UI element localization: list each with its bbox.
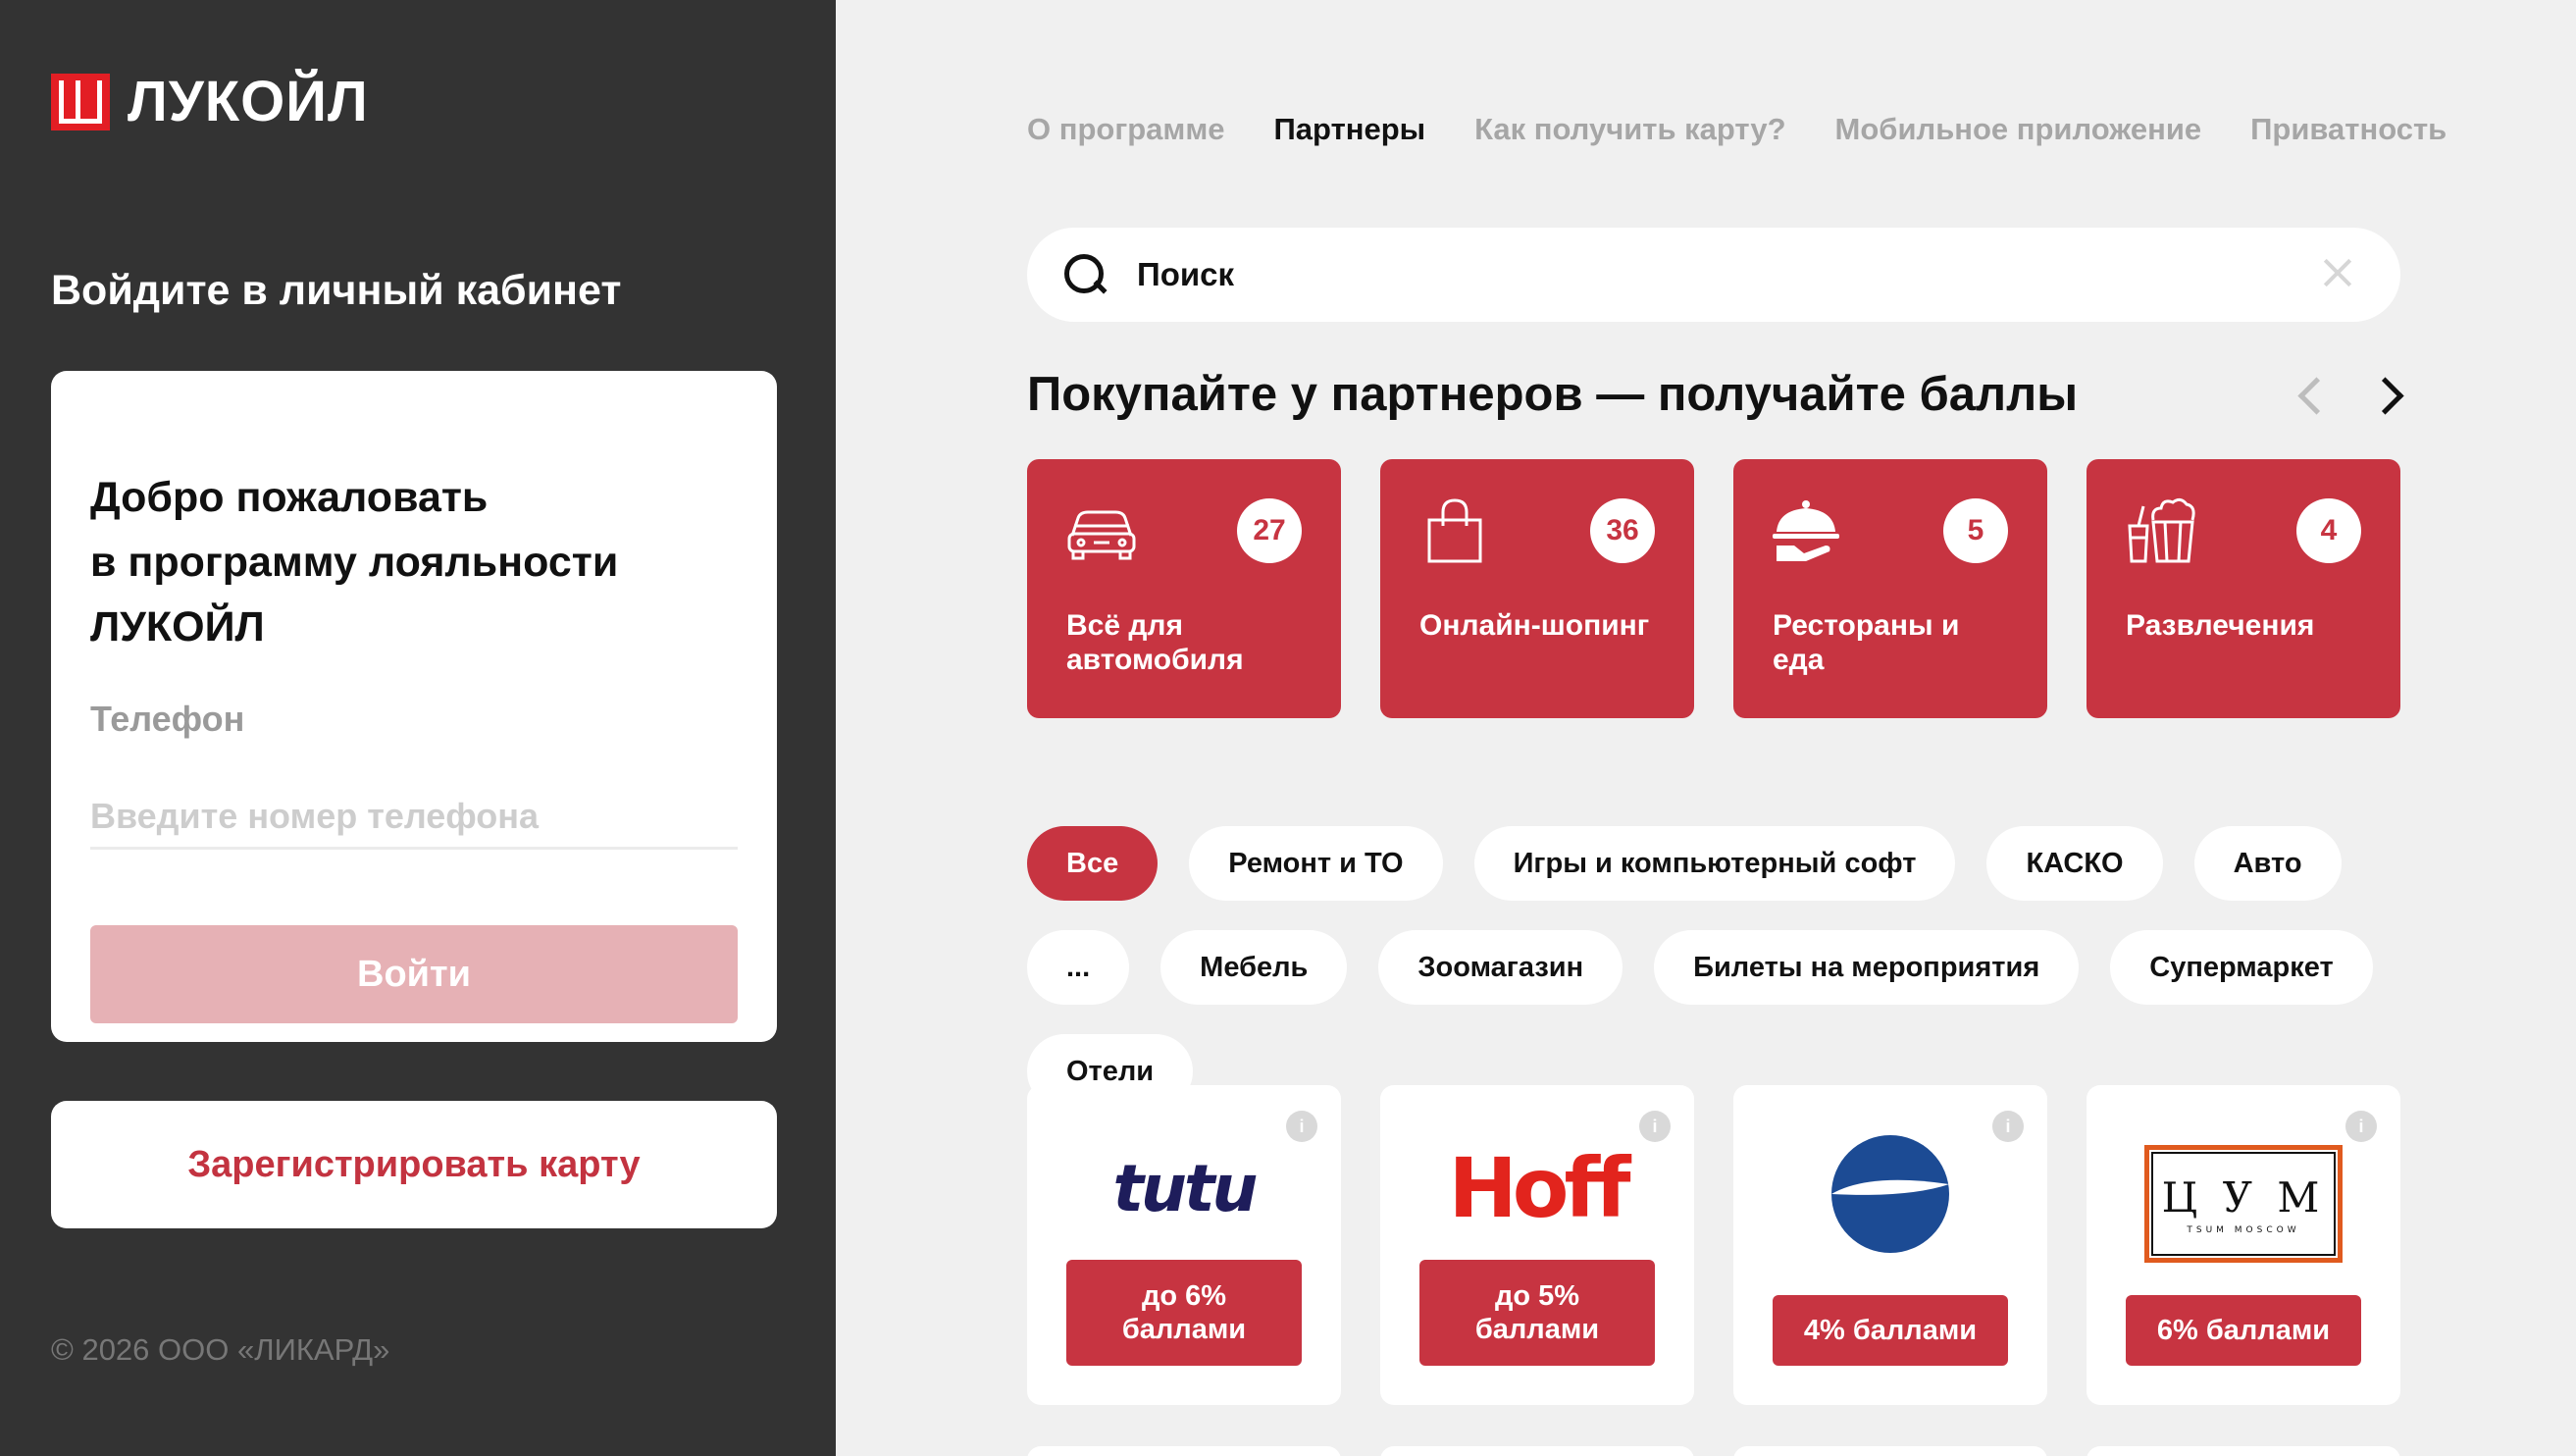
tutu-logo: tutu: [1112, 1150, 1258, 1226]
login-button[interactable]: Войти: [90, 925, 738, 1023]
filter-chip[interactable]: Супермаркет: [2110, 930, 2373, 1005]
hoff-logo: Hoff: [1448, 1140, 1630, 1236]
welcome-line-2: в программу лояльности: [90, 539, 619, 586]
next-partner-row: [1027, 1446, 2400, 1456]
copyright: © 2026 ООО «ЛИКАРД»: [51, 1332, 390, 1367]
clear-icon[interactable]: [2322, 257, 2353, 288]
phone-input[interactable]: [90, 785, 738, 850]
bonus-unit: баллами: [1121, 1314, 1247, 1345]
filter-chip[interactable]: Авто: [2193, 826, 2342, 901]
category-tile-restaurants[interactable]: 5 Рестораны и еда: [1733, 459, 2047, 718]
category-tile-online-shopping[interactable]: 36 Онлайн-шопинг: [1380, 459, 1694, 718]
filter-chip[interactable]: КАСКО: [1986, 826, 2163, 901]
filter-more-button[interactable]: ...: [1027, 930, 1130, 1005]
bonus-value: до 5%: [1494, 1280, 1580, 1312]
nav-get-card[interactable]: Как получить карту?: [1474, 112, 1785, 147]
pepsi-logo: [1733, 1120, 2047, 1268]
nav-partners[interactable]: Партнеры: [1274, 112, 1426, 147]
cloche-icon: [1773, 500, 1839, 561]
lukoil-emblem-icon: [51, 73, 110, 130]
category-count: 27: [1237, 498, 1302, 563]
bonus-unit: баллами: [1474, 1314, 1600, 1345]
category-tile-entertainment[interactable]: 4 Развлечения: [2087, 459, 2400, 718]
filter-chip[interactable]: Билеты на мероприятия: [1654, 930, 2080, 1005]
search-bar[interactable]: Поиск: [1027, 228, 2400, 322]
welcome-line-1: Добро пожаловать: [90, 474, 489, 521]
nav-about[interactable]: О программе: [1027, 112, 1225, 147]
brand-name: ЛУКОЙЛ: [128, 70, 369, 133]
category-label: Всё для автомобиля: [1066, 609, 1244, 676]
filter-chip-all[interactable]: Все: [1027, 826, 1159, 901]
partner-card-partial[interactable]: [1027, 1446, 1341, 1456]
partner-card-hoff[interactable]: i Hoff до 5% баллами: [1380, 1085, 1694, 1405]
carousel-next-icon[interactable]: [2372, 379, 2405, 412]
filter-chip[interactable]: Мебель: [1160, 930, 1348, 1005]
search-input[interactable]: Поиск: [1137, 256, 1234, 293]
partner-card-partial[interactable]: [2087, 1446, 2400, 1456]
partner-card-partial[interactable]: [1380, 1446, 1694, 1456]
category-tiles: 27 Всё для автомобиля 36 Онлайн-шопинг 5…: [1027, 459, 2400, 718]
welcome-line-3: ЛУКОЙЛ: [90, 603, 265, 650]
carousel-prev-icon[interactable]: [2295, 379, 2329, 412]
category-label: Развлечения: [2126, 609, 2315, 642]
bonus-button[interactable]: до 5% баллами: [1419, 1260, 1655, 1366]
nav-mobile-app[interactable]: Мобильное приложение: [1835, 112, 2202, 147]
popcorn-icon: [2128, 497, 2195, 563]
bonus-button[interactable]: 4% баллами: [1773, 1295, 2008, 1366]
login-sidebar: ЛУКОЙЛ Войдите в личный кабинет Добро по…: [0, 0, 836, 1456]
partner-card-tsum[interactable]: i Ц У М TSUM MOSCOW 6% баллами: [2087, 1085, 2400, 1405]
car-icon: [1067, 510, 1136, 560]
phone-label: Телефон: [90, 699, 245, 739]
partner-cards: i tutu до 6% баллами i Hoff до 5% баллами …: [1027, 1085, 2400, 1405]
category-tile-auto[interactable]: 27 Всё для автомобиля: [1027, 459, 1341, 718]
category-label: Рестораны и еда: [1773, 609, 1960, 676]
partner-card-tutu[interactable]: i tutu до 6% баллами: [1027, 1085, 1341, 1405]
shopping-bag-icon: [1427, 498, 1482, 563]
tsum-logo: Ц У М TSUM MOSCOW: [2087, 1130, 2400, 1277]
filter-chip[interactable]: Игры и компьютерный софт: [1473, 826, 1956, 901]
login-card: Добро пожаловать в программу лояльности …: [51, 371, 777, 1042]
filter-chip[interactable]: Зоомагазин: [1378, 930, 1623, 1005]
bonus-value: до 6%: [1141, 1280, 1227, 1312]
partner-card-partial[interactable]: [1733, 1446, 2047, 1456]
bonus-button[interactable]: 6% баллами: [2126, 1295, 2361, 1366]
welcome-heading: Добро пожаловать в программу лояльности …: [90, 465, 718, 659]
category-label: Онлайн-шопинг: [1419, 609, 1650, 642]
partner-card-pepsi[interactable]: i 4% баллами: [1733, 1085, 2047, 1405]
category-count: 4: [2296, 498, 2361, 563]
login-title: Войдите в личный кабинет: [51, 267, 622, 314]
nav-privacy[interactable]: Приватность: [2250, 112, 2447, 147]
section-title: Покупайте у партнеров — получайте баллы: [1027, 368, 2079, 421]
filter-chip[interactable]: Ремонт и ТО: [1189, 826, 1443, 901]
lukoil-logo[interactable]: ЛУКОЙЛ: [51, 69, 369, 134]
category-count: 5: [1943, 498, 2008, 563]
category-count: 36: [1590, 498, 1655, 563]
bonus-button[interactable]: до 6% баллами: [1066, 1260, 1302, 1366]
top-nav: О программе Партнеры Как получить карту?…: [1027, 112, 2447, 147]
register-card-button[interactable]: Зарегистрировать карту: [51, 1101, 777, 1228]
search-icon: [1064, 254, 1106, 295]
filter-chips: Все Ремонт и ТО Игры и компьютерный софт…: [1027, 826, 2420, 1109]
